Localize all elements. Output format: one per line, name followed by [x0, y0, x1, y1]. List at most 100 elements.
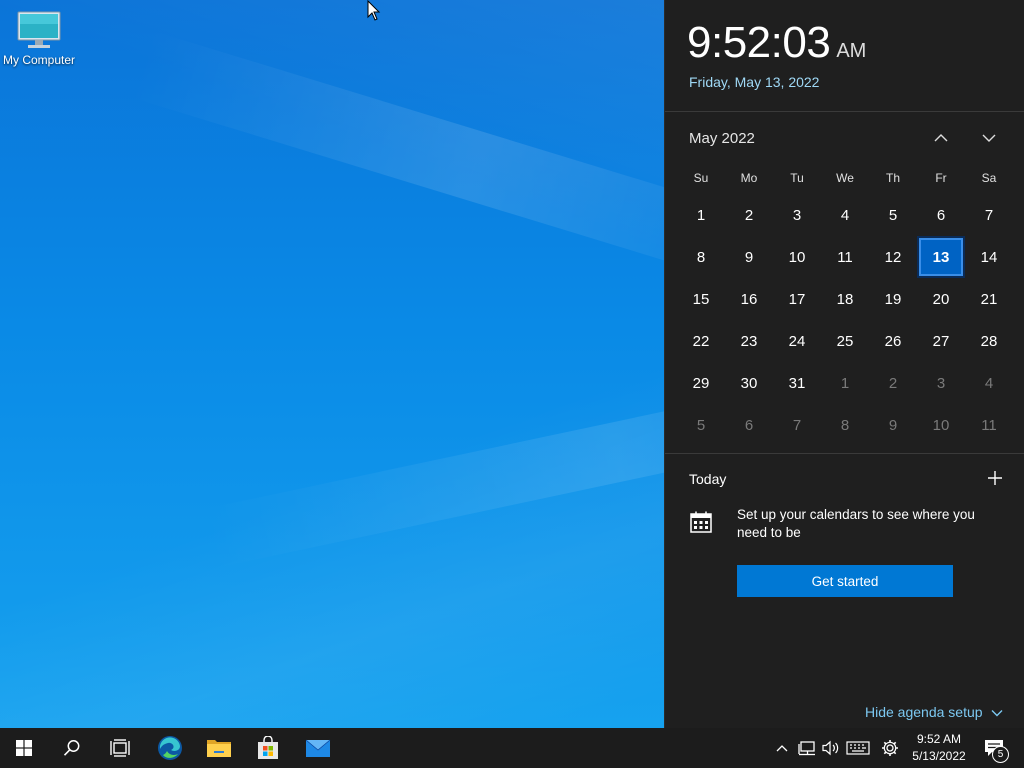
edge-taskbar-button[interactable]: [146, 728, 194, 768]
calendar-day-next-month[interactable]: 4: [965, 362, 1013, 404]
weekday-header: Sa: [981, 171, 997, 185]
weekday-header: Tu: [790, 171, 804, 185]
calendar-day-next-month[interactable]: 11: [965, 404, 1013, 446]
settings-tray-button[interactable]: [878, 728, 902, 768]
my-computer-shortcut[interactable]: My Computer: [0, 8, 78, 67]
calendar-week-row: 15 16 17 18 19 20 21: [677, 278, 1013, 320]
task-view-icon: [110, 739, 130, 757]
action-center-button[interactable]: 5: [978, 728, 1010, 768]
network-status-button[interactable]: [796, 728, 818, 768]
calendar-day-next-month[interactable]: 7: [773, 404, 821, 446]
notification-count-badge: 5: [992, 746, 1009, 763]
calendar-day-next-month[interactable]: 2: [869, 362, 917, 404]
volume-button[interactable]: [820, 728, 842, 768]
calendar-day[interactable]: 26: [869, 320, 917, 362]
calendar-day[interactable]: 8: [677, 236, 725, 278]
calendar-day[interactable]: 11: [821, 236, 869, 278]
calendar-day[interactable]: 9: [725, 236, 773, 278]
search-icon: [63, 740, 80, 756]
network-icon: [798, 741, 815, 756]
mouse-pointer-icon: [367, 0, 381, 21]
chevron-up-icon: [934, 134, 948, 142]
taskbar-date: 5/13/2022: [912, 749, 966, 763]
calendar-day-next-month[interactable]: 8: [821, 404, 869, 446]
calendar-day[interactable]: 3: [773, 194, 821, 236]
show-hidden-icons-button[interactable]: [772, 728, 792, 768]
calendar-day[interactable]: 4: [821, 194, 869, 236]
weekday-header: Mo: [740, 171, 758, 185]
task-view-button[interactable]: [96, 728, 144, 768]
next-month-button[interactable]: [976, 126, 1002, 150]
calendar-day[interactable]: 7: [965, 194, 1013, 236]
calendar-day[interactable]: 17: [773, 278, 821, 320]
weekday-header: Th: [885, 171, 900, 185]
calendar-day[interactable]: 18: [821, 278, 869, 320]
calendar-day[interactable]: 1: [677, 194, 725, 236]
calendar-day[interactable]: 16: [725, 278, 773, 320]
calendar-day-next-month[interactable]: 10: [917, 404, 965, 446]
computer-icon: [17, 11, 61, 48]
calendar-day[interactable]: 19: [869, 278, 917, 320]
calendar-day[interactable]: 14: [965, 236, 1013, 278]
taskbar-time: 9:52 AM: [916, 732, 962, 746]
hide-agenda-setup-link[interactable]: Hide agenda setup: [865, 704, 1003, 720]
calendar-day[interactable]: 2: [725, 194, 773, 236]
touch-keyboard-button[interactable]: [844, 728, 872, 768]
start-button[interactable]: [0, 728, 48, 768]
add-event-button[interactable]: [983, 466, 1007, 490]
store-icon: [258, 736, 278, 759]
calendar-day-next-month[interactable]: 3: [917, 362, 965, 404]
taskbar-clock[interactable]: 9:52 AM 5/13/2022: [906, 731, 972, 765]
store-taskbar-button[interactable]: [244, 728, 292, 768]
calendar-month-title[interactable]: May 2022: [689, 130, 755, 147]
taskbar: 9:52 AM 5/13/2022 5: [0, 728, 1024, 768]
calendar-day[interactable]: 30: [725, 362, 773, 404]
chevron-down-icon: [991, 710, 1003, 717]
calendar-day[interactable]: 10: [773, 236, 821, 278]
windows-logo-icon: [16, 740, 32, 756]
keyboard-icon: [846, 741, 870, 755]
calendar-day[interactable]: 20: [917, 278, 965, 320]
calendar-day[interactable]: 21: [965, 278, 1013, 320]
calendar-day[interactable]: 23: [725, 320, 773, 362]
plus-icon: [988, 471, 1002, 485]
calendar-week-row: 22 23 24 25 26 27 28: [677, 320, 1013, 362]
previous-month-button[interactable]: [928, 126, 954, 150]
calendar-day[interactable]: 28: [965, 320, 1013, 362]
calendar-day-next-month[interactable]: 9: [869, 404, 917, 446]
date-time-flyout: 9:52:03 AM Friday, May 13, 2022 May 2022 …: [664, 0, 1024, 728]
search-button[interactable]: [48, 728, 96, 768]
mail-icon: [305, 739, 331, 757]
speaker-icon: [822, 740, 839, 756]
calendar-day[interactable]: 12: [869, 236, 917, 278]
weekday-header: We: [836, 171, 854, 185]
calendar-day[interactable]: 6: [917, 194, 965, 236]
calendar-day-next-month[interactable]: 1: [821, 362, 869, 404]
calendar-week-row: 8 9 10 11 12 13 14: [677, 236, 1013, 278]
divider: [665, 111, 1024, 112]
file-explorer-taskbar-button[interactable]: [195, 728, 243, 768]
calendar-day-next-month[interactable]: 5: [677, 404, 725, 446]
agenda-setup-message: Set up your calendars to see where you n…: [737, 507, 975, 540]
calendar-day[interactable]: 27: [917, 320, 965, 362]
calendar-day[interactable]: 25: [821, 320, 869, 362]
gear-icon: [882, 740, 898, 756]
calendar-day[interactable]: 29: [677, 362, 725, 404]
calendar-week-row: 1 2 3 4 5 6 7: [677, 194, 1013, 236]
mail-taskbar-button[interactable]: [294, 728, 342, 768]
weekday-header-row: Su Mo Tu We Th Fr Sa: [677, 166, 1013, 190]
calendar-day-next-month[interactable]: 6: [725, 404, 773, 446]
calendar-day[interactable]: 31: [773, 362, 821, 404]
flyout-clock: 9:52:03 AM Friday, May 13, 2022: [687, 18, 866, 90]
divider: [665, 453, 1024, 454]
calendar-week-row: 29 30 31 1 2 3 4: [677, 362, 1013, 404]
calendar-day-today[interactable]: 13: [917, 236, 965, 278]
hide-agenda-label: Hide agenda setup: [865, 704, 983, 720]
calendar-day[interactable]: 22: [677, 320, 725, 362]
calendar-day[interactable]: 5: [869, 194, 917, 236]
flyout-long-date[interactable]: Friday, May 13, 2022: [689, 74, 819, 90]
get-started-button[interactable]: Get started: [737, 565, 953, 597]
chevron-down-icon: [982, 134, 996, 142]
calendar-day[interactable]: 24: [773, 320, 821, 362]
calendar-day[interactable]: 15: [677, 278, 725, 320]
